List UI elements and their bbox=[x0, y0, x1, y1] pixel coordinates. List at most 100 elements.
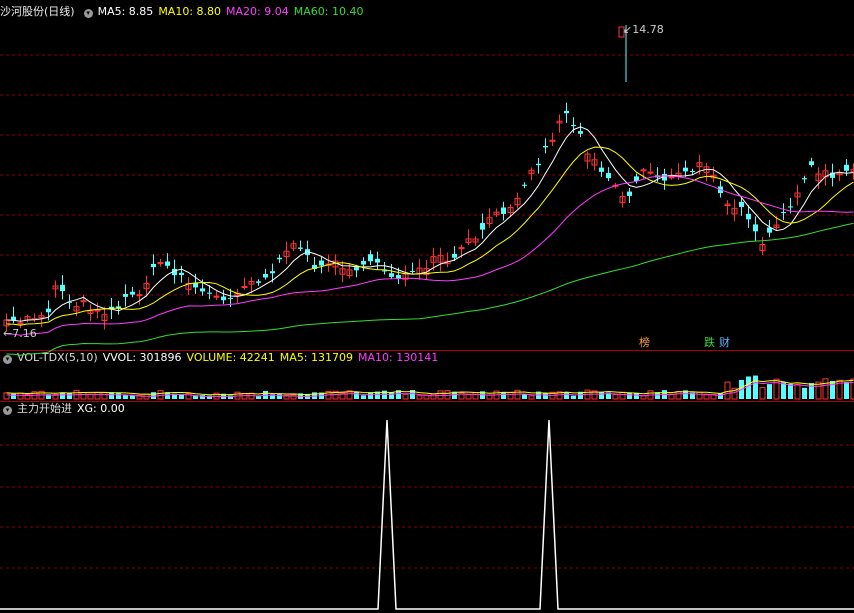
candle-body bbox=[599, 167, 604, 172]
volume-ma10-line bbox=[6, 381, 854, 398]
candle-body bbox=[788, 206, 793, 208]
candle-body bbox=[452, 253, 457, 258]
volume-bar bbox=[354, 391, 359, 399]
volume-bars bbox=[3, 375, 854, 400]
volume-bar bbox=[599, 391, 604, 399]
candle-body bbox=[80, 300, 87, 303]
candle-body bbox=[361, 261, 366, 265]
candle-body bbox=[501, 207, 506, 214]
candle-body bbox=[668, 176, 675, 179]
candle-body bbox=[375, 258, 380, 263]
candle-body bbox=[746, 213, 751, 220]
volume-bar bbox=[116, 392, 121, 399]
volume-bar bbox=[571, 395, 576, 399]
candle-body bbox=[640, 169, 647, 172]
volume-bar bbox=[241, 393, 248, 400]
candle-body bbox=[60, 284, 65, 292]
candle-body bbox=[480, 223, 485, 230]
high-price-marker: ↙14.78 bbox=[623, 23, 664, 36]
candle-body bbox=[298, 247, 303, 249]
candle-body bbox=[319, 260, 324, 266]
volume-bar bbox=[802, 387, 807, 399]
volume-bar bbox=[794, 383, 801, 400]
volume-bar bbox=[627, 392, 632, 399]
candlesticks bbox=[3, 25, 854, 332]
ma20-line bbox=[6, 175, 854, 336]
candle-body bbox=[270, 271, 275, 274]
candle-body bbox=[410, 271, 415, 273]
candle-body bbox=[536, 163, 541, 166]
candle-body bbox=[354, 267, 359, 271]
candle-body bbox=[606, 173, 611, 179]
candle-body bbox=[522, 184, 527, 186]
candle-body bbox=[627, 191, 632, 196]
volume-bar bbox=[746, 376, 751, 399]
volume-bar bbox=[564, 391, 569, 399]
volume-bar bbox=[724, 381, 731, 400]
candle-body bbox=[179, 272, 184, 276]
volume-bar bbox=[703, 394, 710, 400]
volume-bar bbox=[822, 378, 829, 400]
candle-body bbox=[543, 146, 548, 148]
volume-bar bbox=[830, 380, 835, 399]
ma10-line bbox=[6, 146, 854, 326]
candle-body bbox=[458, 247, 465, 250]
volume-bar bbox=[277, 394, 282, 399]
signal-line bbox=[0, 419, 854, 610]
volume-bar bbox=[402, 393, 409, 400]
volume-bar bbox=[788, 383, 793, 399]
volume-bar bbox=[80, 392, 87, 400]
low-price-marker: ←7.16 bbox=[3, 327, 37, 340]
volume-bar bbox=[368, 392, 373, 399]
candle-body bbox=[571, 124, 576, 127]
volume-bar bbox=[423, 394, 430, 400]
volume-bar bbox=[753, 375, 758, 399]
volume-bar bbox=[696, 391, 703, 400]
volume-bar bbox=[11, 393, 16, 399]
candle-body bbox=[277, 257, 282, 260]
candle-body bbox=[690, 171, 695, 173]
candle-body bbox=[368, 254, 373, 262]
candle-body bbox=[207, 292, 212, 294]
candle-body bbox=[228, 297, 233, 299]
event-marker-cai[interactable]: 财 bbox=[719, 334, 730, 350]
candle-body bbox=[165, 261, 170, 266]
candle-body bbox=[578, 131, 583, 134]
stock-chart-canvas[interactable] bbox=[0, 0, 854, 613]
candle-body bbox=[809, 161, 814, 166]
volume-bar bbox=[718, 393, 723, 399]
volume-bar bbox=[619, 391, 626, 400]
moving-average-lines bbox=[6, 126, 854, 356]
volume-bar bbox=[361, 395, 366, 399]
candle-body bbox=[753, 224, 758, 232]
volume-bar bbox=[640, 395, 647, 400]
candle-body bbox=[683, 167, 688, 172]
candle-body bbox=[213, 295, 220, 298]
low-arrow-icon: ← bbox=[3, 327, 13, 340]
candle-body bbox=[17, 322, 24, 325]
candle-body bbox=[130, 291, 135, 295]
volume-bar bbox=[781, 382, 786, 399]
candle-body bbox=[564, 110, 569, 114]
event-marker-die[interactable]: 跌 bbox=[704, 334, 715, 350]
volume-bar bbox=[612, 394, 619, 400]
candle-body bbox=[46, 308, 51, 313]
volume-bar bbox=[123, 395, 128, 399]
volume-bar bbox=[809, 383, 814, 399]
high-price-label: 14.78 bbox=[632, 23, 664, 36]
volume-bar bbox=[528, 395, 535, 400]
event-marker-bang[interactable]: 榜 bbox=[639, 334, 650, 350]
volume-bar bbox=[416, 395, 423, 400]
candle-body bbox=[739, 201, 744, 207]
volume-bar bbox=[94, 391, 101, 400]
volume-bar bbox=[67, 392, 72, 399]
volume-bar bbox=[759, 387, 766, 400]
volume-bar bbox=[213, 392, 220, 400]
candle-body bbox=[647, 171, 654, 174]
candle-body bbox=[844, 164, 849, 171]
candle-body bbox=[200, 288, 205, 292]
candle-body bbox=[221, 296, 226, 301]
volume-bar bbox=[17, 392, 24, 400]
high-arrow-icon: ↙ bbox=[623, 23, 633, 36]
candle-body bbox=[263, 273, 268, 278]
